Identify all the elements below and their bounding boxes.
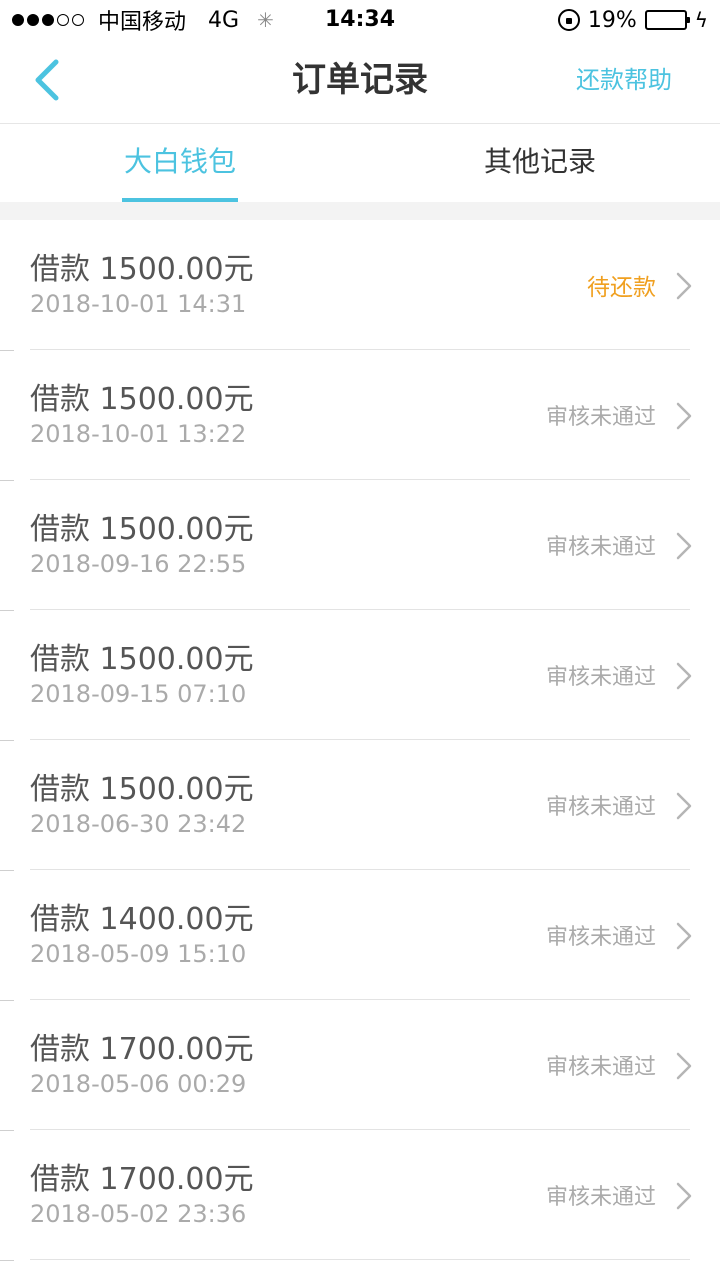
- order-row[interactable]: 借款 1500.00元 2018-10-01 14:31 待还款: [0, 220, 720, 351]
- order-list: 借款 1500.00元 2018-10-01 14:31 待还款 借款 1500…: [0, 220, 720, 1261]
- tab-label: 其他记录: [483, 145, 596, 178]
- carrier-name: 中国移动: [98, 10, 187, 35]
- order-date: 2018-05-09 15:10: [30, 940, 247, 968]
- order-amount: 借款 1700.00元: [30, 1162, 254, 1197]
- order-date: 2018-05-06 00:29: [30, 1070, 247, 1098]
- tab-label: 大白钱包: [123, 145, 236, 178]
- order-row[interactable]: 借款 1500.00元 2018-10-01 13:22 审核未通过: [0, 350, 720, 481]
- order-status: 审核未通过: [545, 665, 656, 690]
- order-status: 审核未通过: [545, 1055, 656, 1080]
- chevron-right-icon: [676, 402, 692, 430]
- signal-strength-icon: [12, 14, 84, 26]
- network-type: 4G: [208, 7, 240, 33]
- order-amount: 借款 1500.00元: [30, 512, 254, 547]
- order-date: 2018-06-30 23:42: [30, 810, 247, 838]
- chevron-right-icon: [676, 532, 692, 560]
- order-status: 审核未通过: [545, 795, 656, 820]
- chevron-right-icon: [676, 922, 692, 950]
- tab-other-records[interactable]: 其他记录: [360, 124, 720, 202]
- chevron-right-icon: [676, 1052, 692, 1080]
- order-row[interactable]: 借款 1500.00元 2018-09-16 22:55 审核未通过: [0, 480, 720, 611]
- order-amount: 借款 1700.00元: [30, 1032, 254, 1067]
- row-divider-tick: [0, 1260, 14, 1261]
- row-divider: [30, 1259, 690, 1260]
- chevron-right-icon: [676, 662, 692, 690]
- order-row[interactable]: 借款 1500.00元 2018-06-30 23:42 审核未通过: [0, 740, 720, 871]
- order-status: 审核未通过: [545, 1185, 656, 1210]
- order-row[interactable]: 借款 1500.00元 2018-09-15 07:10 审核未通过: [0, 610, 720, 741]
- order-amount: 借款 1500.00元: [30, 252, 254, 287]
- back-button[interactable]: [22, 56, 70, 104]
- order-row[interactable]: 借款 1700.00元 2018-05-02 23:36 审核未通过: [0, 1130, 720, 1261]
- tab-dabai-wallet[interactable]: 大白钱包: [0, 124, 360, 202]
- order-status: 审核未通过: [545, 405, 656, 430]
- order-status: 待还款: [587, 275, 656, 301]
- charging-bolt-icon: ϟ: [694, 8, 708, 32]
- chevron-right-icon: [676, 1182, 692, 1210]
- battery-percent: 19%: [587, 7, 637, 33]
- order-row[interactable]: 借款 1400.00元 2018-05-09 15:10 审核未通过: [0, 870, 720, 1001]
- order-date: 2018-10-01 14:31: [30, 290, 247, 318]
- rotation-lock-icon: [557, 9, 580, 31]
- order-amount: 借款 1500.00元: [30, 382, 254, 417]
- chevron-right-icon: [676, 272, 692, 300]
- order-date: 2018-09-16 22:55: [30, 550, 247, 578]
- activity-spinner-icon: ✳: [257, 8, 274, 32]
- chevron-right-icon: [676, 792, 692, 820]
- battery-icon: [644, 10, 690, 30]
- status-right: 19% ϟ: [557, 0, 708, 40]
- order-status: 审核未通过: [545, 925, 656, 950]
- status-bar: 中国移动 4G ✳ 14:34 19% ϟ: [0, 0, 720, 40]
- order-date: 2018-10-01 13:22: [30, 420, 247, 448]
- order-row[interactable]: 借款 1700.00元 2018-05-06 00:29 审核未通过: [0, 1000, 720, 1131]
- tab-bar: 大白钱包 其他记录: [0, 124, 720, 202]
- order-date: 2018-05-02 23:36: [30, 1200, 247, 1228]
- order-status: 审核未通过: [545, 535, 656, 560]
- repayment-help-link[interactable]: 还款帮助: [576, 40, 672, 120]
- chevron-left-icon: [35, 59, 59, 101]
- nav-bar: 订单记录 还款帮助: [0, 40, 720, 124]
- order-amount: 借款 1500.00元: [30, 772, 254, 807]
- order-amount: 借款 1400.00元: [30, 902, 254, 937]
- order-date: 2018-09-15 07:10: [30, 680, 247, 708]
- section-separator: [0, 202, 720, 220]
- status-left: 中国移动 4G ✳: [12, 0, 274, 40]
- order-amount: 借款 1500.00元: [30, 642, 254, 677]
